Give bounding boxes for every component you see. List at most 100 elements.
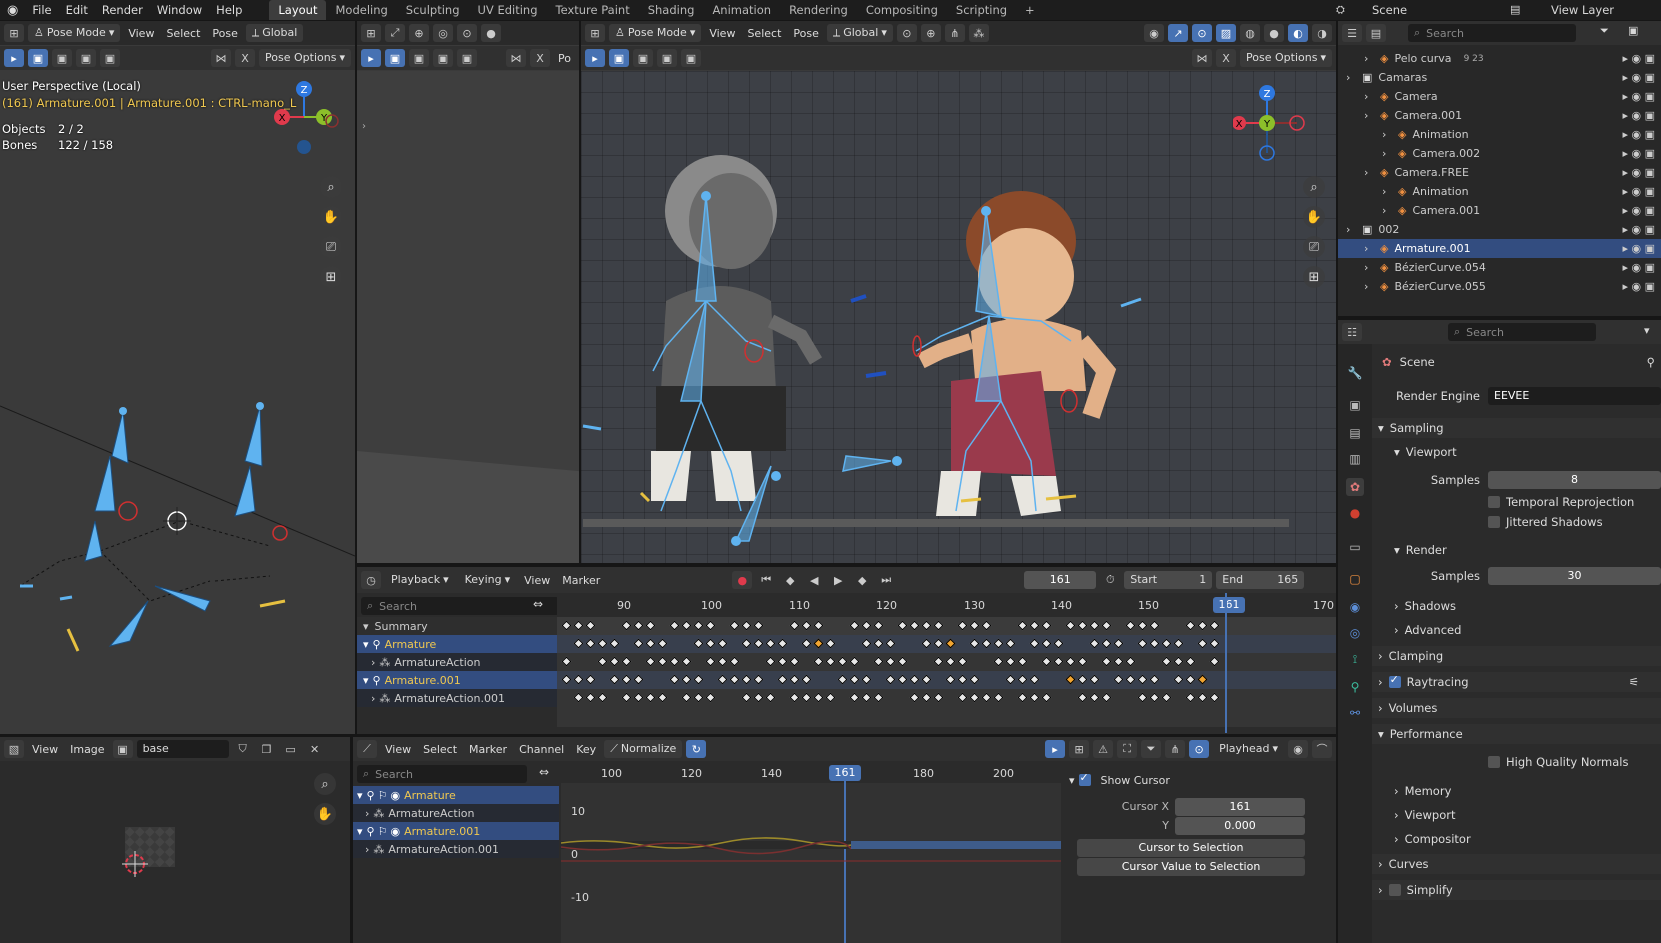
pose-options-dropdown[interactable]: Po [554, 52, 575, 65]
keyframe[interactable] [873, 692, 884, 703]
constraint-tab-icon[interactable]: ⟟ [1346, 650, 1364, 668]
jump-keyframe-forward-icon[interactable]: ◆ [852, 571, 872, 589]
scene-tab-icon[interactable]: ✿ [1346, 478, 1364, 496]
visibility-toggles-icon[interactable]: ▸ ◉ ▣ [1622, 109, 1655, 122]
tab-scripting[interactable]: Scripting [947, 0, 1016, 20]
keyframe[interactable] [669, 656, 680, 667]
keyframe[interactable] [909, 692, 920, 703]
keyframe[interactable] [825, 656, 836, 667]
menu-view[interactable]: View [520, 574, 554, 587]
shading-solid-icon[interactable]: ● [1264, 24, 1284, 42]
outliner-item[interactable]: › ◈ Armature.001 ▸ ◉ ▣ [1338, 239, 1661, 258]
fake-user-shield-icon[interactable]: ⛉ [233, 740, 253, 758]
outliner-item[interactable]: › ▣ 002 ▸ ◉ ▣ [1338, 220, 1661, 239]
outliner-search[interactable]: ⌕ Search [1408, 24, 1576, 42]
keyframe[interactable] [789, 656, 800, 667]
eye-icon[interactable]: ◉ [390, 789, 404, 802]
zoom-icon[interactable]: ⌕ [314, 773, 336, 795]
keyframe[interactable] [597, 656, 608, 667]
keyframe[interactable] [993, 656, 1004, 667]
2d-cursor-icon[interactable] [122, 851, 148, 877]
pin-icon[interactable]: ⚐ [378, 825, 391, 838]
graph-playhead-label[interactable]: 161 [829, 765, 861, 781]
keyframe[interactable] [633, 692, 644, 703]
keyframe[interactable] [717, 656, 728, 667]
keyframe[interactable] [1053, 656, 1064, 667]
select-invert-icon[interactable]: ▣ [100, 49, 120, 67]
keyframe[interactable] [813, 692, 824, 703]
keyframe[interactable] [1161, 656, 1172, 667]
menu-view[interactable]: View [705, 27, 739, 40]
channel-armature[interactable]: ▾ ⚲ Armature [357, 635, 557, 653]
tab-animation[interactable]: Animation [703, 0, 780, 20]
keyframe[interactable] [1197, 692, 1208, 703]
high-quality-normals-checkbox[interactable] [1488, 756, 1500, 768]
tool-tab-icon[interactable]: 🔧 [1346, 364, 1364, 382]
volumes-panel-header[interactable]: › Volumes [1372, 698, 1661, 718]
add-workspace-icon[interactable]: + [1016, 0, 1044, 20]
channel-armature-action[interactable]: › ⁂ ArmatureAction [357, 653, 557, 671]
visibility-toggles-icon[interactable]: ▸ ◉ ▣ [1622, 147, 1655, 160]
keyframe[interactable] [729, 656, 740, 667]
pan-hand-icon[interactable]: ✋ [1303, 206, 1325, 228]
keyframe[interactable] [609, 656, 620, 667]
physics-tab-icon[interactable]: ◎ [1346, 624, 1364, 642]
x-mirror-toggle[interactable]: X [235, 49, 256, 67]
clamping-panel-header[interactable]: › Clamping [1372, 646, 1661, 666]
snap-icon[interactable]: ⊕ [920, 24, 941, 42]
temporal-reprojection-checkbox[interactable] [1488, 496, 1500, 508]
cursor-value-to-selection-button[interactable]: Cursor Value to Selection [1077, 858, 1305, 876]
cursor-x-field[interactable]: 161 [1175, 798, 1305, 816]
render-subpanel-header[interactable]: ▾ Render [1372, 540, 1661, 560]
render-tab-icon[interactable]: ▣ [1346, 396, 1364, 414]
keyframe[interactable] [1113, 656, 1124, 667]
keyframe[interactable] [1137, 692, 1148, 703]
new-collection-icon[interactable]: ▣ [1628, 24, 1638, 37]
tab-modeling[interactable]: Modeling [326, 0, 396, 20]
visibility-toggles-icon[interactable]: ▸ ◉ ▣ [1622, 71, 1655, 84]
keyframe[interactable] [777, 656, 788, 667]
view-layer-selector[interactable]: View Layer [1551, 0, 1614, 20]
keyframe[interactable] [849, 656, 860, 667]
outliner-item[interactable]: › ◈ Camera.001 ▸ ◉ ▣ [1338, 106, 1661, 125]
select-invert-icon[interactable]: ▣ [681, 49, 701, 67]
pin-icon[interactable]: ⚐ [378, 789, 391, 802]
jittered-shadows-checkbox[interactable] [1488, 516, 1500, 528]
tab-compositing[interactable]: Compositing [857, 0, 947, 20]
keyframe[interactable] [1065, 656, 1076, 667]
snap-icon[interactable]: ⋔ [1165, 740, 1186, 758]
menu-playback[interactable]: Playback ▾ [385, 571, 455, 589]
keyframe[interactable] [1077, 692, 1088, 703]
middle-viewport-canvas[interactable]: › [357, 71, 579, 563]
jump-end-icon[interactable]: ⏭ [876, 571, 896, 589]
transform-icon[interactable]: ⤢ [385, 24, 405, 42]
keyframe[interactable] [1077, 656, 1088, 667]
bone-tab-icon[interactable]: ⚯ [1346, 704, 1364, 722]
menu-image[interactable]: Image [66, 743, 108, 756]
blender-logo-icon[interactable]: ◉ [0, 3, 25, 18]
navigation-gizmo[interactable]: Z Y X [1233, 77, 1313, 167]
keyframe[interactable] [1161, 692, 1172, 703]
tab-texture-paint[interactable]: Texture Paint [547, 0, 639, 20]
dopesheet-ruler[interactable]: 90 100 110 120 130 140 150 170 161 [557, 595, 1336, 615]
zoom-icon[interactable]: ⌕ [1303, 176, 1325, 198]
shading-rendered-icon[interactable]: ◑ [1312, 24, 1332, 42]
keyframe[interactable] [645, 656, 656, 667]
left-viewport-canvas[interactable]: User Perspective (Local) (161) Armature.… [0, 71, 355, 734]
keyframe[interactable] [1209, 692, 1220, 703]
keyframe[interactable] [789, 692, 800, 703]
gizmo-icon[interactable]: ↗ [1168, 24, 1188, 42]
display-mode-icon[interactable]: ▤ [1366, 24, 1386, 42]
keyframe[interactable] [1185, 656, 1196, 667]
show-hidden-icon[interactable]: ⊞ [1069, 740, 1090, 758]
preset-icon[interactable]: ⚟ [1629, 675, 1639, 689]
viewport-subpanel-header[interactable]: ▾ Viewport [1372, 442, 1661, 462]
orientation-select[interactable]: ⟂ Global ▾ [826, 24, 893, 42]
playhead-frame-label[interactable]: 161 [1213, 597, 1245, 613]
playhead-line[interactable] [1225, 593, 1227, 733]
visibility-toggles-icon[interactable]: ▸ ◉ ▣ [1622, 185, 1655, 198]
keyframe[interactable] [897, 656, 908, 667]
keyframe[interactable] [1029, 692, 1040, 703]
view-layer-tab-icon[interactable]: ▥ [1346, 450, 1364, 468]
menu-edit[interactable]: Edit [59, 3, 95, 17]
